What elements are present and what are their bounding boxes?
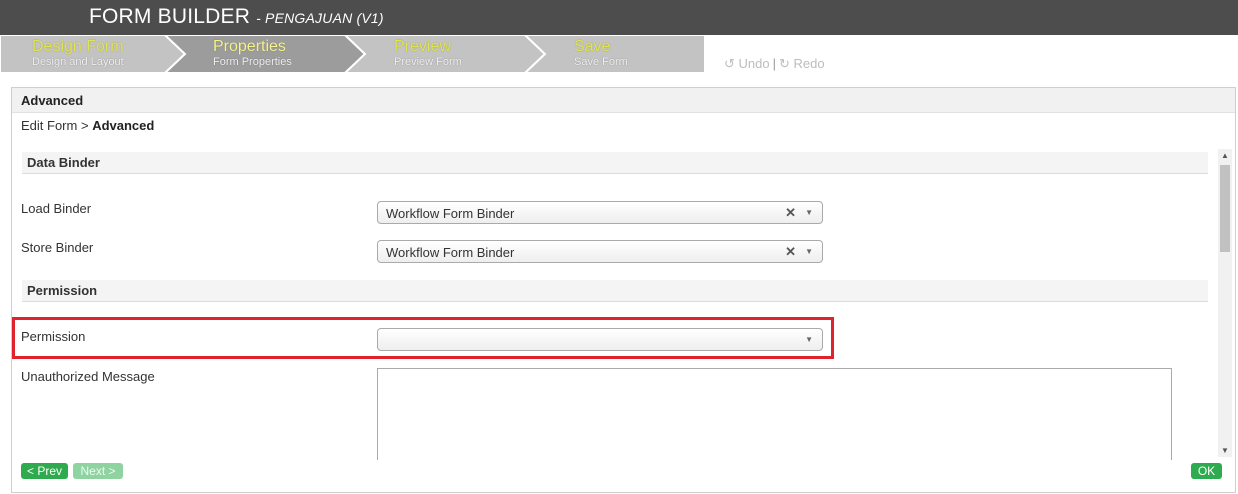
section-data-binder: Data Binder bbox=[22, 152, 1208, 174]
dropdown-arrow-icon[interactable]: ▼ bbox=[805, 208, 813, 217]
step-save[interactable]: Save Save Form bbox=[574, 38, 628, 69]
step-label: Preview bbox=[394, 38, 451, 55]
redo-label: Redo bbox=[793, 56, 825, 71]
scrollbar-thumb[interactable] bbox=[1220, 165, 1230, 252]
undo-button[interactable]: ↺ Undo bbox=[724, 56, 770, 71]
app-title-text: FORM BUILDER bbox=[89, 5, 251, 28]
form-name: - PENGAJUAN (V1) bbox=[256, 10, 384, 26]
step-label: Save bbox=[574, 38, 611, 55]
store-binder-value: Workflow Form Binder bbox=[386, 245, 515, 260]
wizard-steps: Design Form Design and Layout Properties… bbox=[0, 35, 705, 73]
redo-icon: ↻ bbox=[779, 56, 790, 71]
load-binder-value: Workflow Form Binder bbox=[386, 206, 515, 221]
breadcrumb-separator: > bbox=[80, 118, 89, 133]
redo-button[interactable]: ↻ Redo bbox=[779, 56, 825, 71]
store-binder-label: Store Binder bbox=[21, 240, 94, 255]
permission-label: Permission bbox=[21, 329, 86, 344]
step-label: Design Form bbox=[32, 38, 124, 55]
step-design-form[interactable]: Design Form Design and Layout bbox=[32, 38, 124, 69]
unauthorized-message-label: Unauthorized Message bbox=[21, 369, 155, 384]
dropdown-arrow-icon[interactable]: ▼ bbox=[805, 247, 813, 256]
step-label: Properties bbox=[213, 38, 286, 55]
advanced-panel: Advanced Edit Form > Advanced Data Binde… bbox=[11, 87, 1236, 493]
step-sublabel: Form Properties bbox=[213, 56, 292, 68]
app-title: FORM BUILDER - PENGAJUAN (V1) bbox=[89, 5, 384, 29]
clear-icon[interactable]: ✕ bbox=[785, 205, 796, 221]
step-sublabel: Preview Form bbox=[394, 56, 462, 68]
step-preview[interactable]: Preview Preview Form bbox=[394, 38, 462, 69]
section-permission: Permission bbox=[22, 280, 1208, 302]
ok-button[interactable]: OK bbox=[1191, 463, 1222, 479]
panel-title: Advanced bbox=[21, 93, 84, 108]
undo-icon: ↺ bbox=[724, 56, 735, 71]
panel-header: Advanced bbox=[12, 88, 1235, 113]
breadcrumb-current: Advanced bbox=[92, 118, 155, 133]
next-button[interactable]: Next > bbox=[73, 463, 123, 479]
section-title: Data Binder bbox=[27, 155, 100, 170]
breadcrumb: Edit Form > Advanced bbox=[21, 118, 154, 133]
step-sublabel: Design and Layout bbox=[32, 56, 124, 68]
prev-button[interactable]: < Prev bbox=[21, 463, 68, 479]
load-binder-select[interactable]: Workflow Form Binder ✕ ▼ bbox=[377, 201, 823, 224]
load-binder-label: Load Binder bbox=[21, 201, 92, 216]
scroll-up-icon[interactable]: ▲ bbox=[1221, 151, 1229, 160]
app-header: FORM BUILDER - PENGAJUAN (V1) bbox=[0, 0, 1238, 35]
section-title: Permission bbox=[27, 283, 98, 298]
panel-scrollbar[interactable]: ▲ ▼ bbox=[1218, 149, 1232, 457]
clear-icon[interactable]: ✕ bbox=[785, 244, 796, 260]
toolbar-separator: | bbox=[772, 56, 776, 71]
step-properties[interactable]: Properties Form Properties bbox=[213, 38, 292, 69]
undo-label: Undo bbox=[738, 56, 770, 71]
permission-select[interactable]: ▼ bbox=[377, 328, 823, 351]
dropdown-arrow-icon[interactable]: ▼ bbox=[805, 335, 813, 344]
store-binder-select[interactable]: Workflow Form Binder ✕ ▼ bbox=[377, 240, 823, 263]
unauthorized-message-textarea[interactable] bbox=[377, 368, 1172, 460]
breadcrumb-edit-form[interactable]: Edit Form bbox=[21, 118, 77, 133]
scroll-down-icon[interactable]: ▼ bbox=[1221, 446, 1229, 455]
undo-redo-bar: ↺ Undo | ↻ Redo bbox=[724, 56, 825, 72]
step-sublabel: Save Form bbox=[574, 56, 628, 68]
